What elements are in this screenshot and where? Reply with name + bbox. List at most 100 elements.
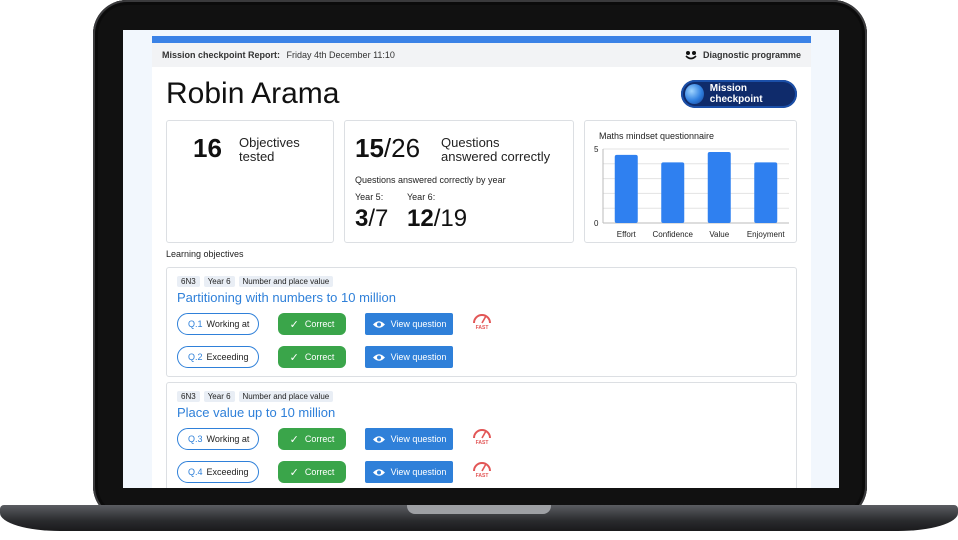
- questions-label-line1: Questions: [441, 135, 500, 150]
- view-question-label: View question: [390, 352, 447, 362]
- question-level-pill[interactable]: Q.4 Exceeding: [177, 461, 259, 483]
- fast-label: FAST: [475, 473, 489, 479]
- chart-bar: [614, 154, 638, 223]
- check-icon: ✓: [289, 466, 299, 479]
- fast-label: FAST: [475, 440, 489, 446]
- questions-correct-card: 15/26 Questions answered correctly Quest…: [344, 120, 574, 243]
- chart-bar: [707, 151, 731, 223]
- mindset-chart-card: Maths mindset questionnaire 5 0 Effort Conf…: [584, 120, 797, 243]
- report-header: Mission checkpoint Report: Friday 4th De…: [152, 43, 811, 67]
- question-level: Exceeding: [206, 352, 249, 362]
- view-question-label: View question: [390, 319, 447, 329]
- correct-result-badge: ✓ Correct: [278, 428, 346, 450]
- laptop-notch: [407, 505, 551, 514]
- questions-score: 15/26: [355, 133, 420, 164]
- speedometer-icon: [473, 429, 491, 439]
- eye-icon: [372, 353, 385, 361]
- objectives-label: Objectives tested: [239, 136, 300, 164]
- mission-checkpoint-badge[interactable]: Mission checkpoint: [681, 80, 797, 108]
- questions-label: Questions answered correctly: [441, 136, 550, 164]
- correct-result-badge: ✓ Correct: [278, 461, 346, 483]
- report-info: Mission checkpoint Report: Friday 4th De…: [162, 50, 395, 60]
- learning-objectives-title: Learning objectives: [166, 249, 244, 259]
- objectives-count: 16: [193, 133, 222, 163]
- chart-x-tick-label: Value: [709, 230, 729, 239]
- objectives-label-line2: tested: [239, 149, 275, 164]
- question-number: Q.2: [188, 352, 203, 362]
- eye-icon: [372, 468, 385, 476]
- objective-title[interactable]: Place value up to 10 million: [177, 405, 335, 420]
- question-number: Q.3: [188, 434, 203, 444]
- year5-correct: 3: [355, 205, 369, 232]
- view-question-button[interactable]: View question: [365, 428, 453, 450]
- question-level: Exceeding: [206, 467, 249, 477]
- objectives-tested-card: 16 Objectives tested: [166, 120, 334, 243]
- year6-correct: 12: [407, 205, 434, 232]
- by-year-label: Questions answered correctly by year: [355, 175, 506, 185]
- view-question-button[interactable]: View question: [365, 313, 453, 335]
- objective-tag: 6N3: [177, 276, 200, 287]
- view-question-button[interactable]: View question: [365, 461, 453, 483]
- objective-tag: Year 6: [203, 391, 235, 402]
- speedometer-icon: [473, 314, 491, 324]
- chart-x-tick-label: Enjoyment: [747, 230, 786, 239]
- mission-checkpoint-label: Mission checkpoint: [709, 83, 763, 105]
- question-level-pill[interactable]: Q.3 Working at: [177, 428, 259, 450]
- questions-correct: 15: [355, 133, 384, 163]
- chart-x-tick-label: Confidence: [653, 230, 694, 239]
- report-date: Friday 4th December 11:10: [286, 50, 395, 60]
- objective-tag: 6N3: [177, 391, 200, 402]
- check-icon: ✓: [289, 351, 299, 364]
- question-number: Q.1: [188, 319, 203, 329]
- fast-label: FAST: [475, 325, 489, 331]
- eye-icon: [372, 320, 385, 328]
- question-level-pill[interactable]: Q.2 Exceeding: [177, 346, 259, 368]
- fast-speedometer-badge: FAST: [469, 459, 495, 483]
- fast-speedometer-badge: FAST: [469, 426, 495, 450]
- year5-label: Year 5:: [355, 192, 384, 202]
- brand[interactable]: Diagnostic programme: [685, 50, 801, 60]
- eye-icon: [372, 435, 385, 443]
- student-name: Robin Arama: [166, 77, 340, 110]
- chart-y-tick-label: 0: [594, 219, 599, 228]
- laptop-screen: Mission checkpoint Report: Friday 4th De…: [123, 30, 839, 488]
- learning-objective-card: 6N3 Year 6 Number and place value Partition…: [166, 267, 797, 377]
- view-question-button[interactable]: View question: [365, 346, 453, 368]
- top-accent-bar: [152, 36, 811, 43]
- year6-total: /19: [433, 205, 468, 232]
- speedometer-icon: [473, 462, 491, 472]
- name-row: Robin Arama Mission checkpoint: [152, 67, 811, 113]
- objective-tag: Number and place value: [238, 276, 334, 287]
- objective-tags: 6N3 Year 6 Number and place value: [177, 276, 334, 287]
- mindset-bar-chart: 5 0 Effort Confidence Value Enjoyment: [594, 145, 789, 239]
- questions-total: /26: [383, 133, 421, 163]
- question-level-pill[interactable]: Q.1 Working at: [177, 313, 259, 335]
- brand-logo-icon: [685, 51, 697, 60]
- objective-tag: Year 6: [203, 276, 235, 287]
- objective-tags: 6N3 Year 6 Number and place value: [177, 391, 334, 402]
- chart-x-tick-label: Effort: [617, 230, 637, 239]
- check-icon: ✓: [289, 433, 299, 446]
- globe-icon: [685, 84, 704, 104]
- report-label: Mission checkpoint Report:: [162, 50, 281, 60]
- objective-tag: Number and place value: [238, 391, 334, 402]
- correct-result-badge: ✓ Correct: [278, 346, 346, 368]
- objective-title[interactable]: Partitioning with numbers to 10 million: [177, 290, 396, 305]
- view-question-label: View question: [390, 467, 447, 477]
- question-level: Working at: [206, 434, 250, 444]
- question-level: Working at: [206, 319, 250, 329]
- result-label: Correct: [304, 434, 335, 444]
- correct-result-badge: ✓ Correct: [278, 313, 346, 335]
- chart-bar: [661, 162, 685, 223]
- result-label: Correct: [304, 319, 335, 329]
- view-question-label: View question: [390, 434, 447, 444]
- result-label: Correct: [304, 467, 335, 477]
- year5-total: /7: [368, 205, 389, 232]
- year5-score: 3/7: [355, 205, 388, 233]
- chart-y-tick-label: 5: [594, 145, 599, 154]
- result-label: Correct: [304, 352, 335, 362]
- questions-label-line2: answered correctly: [441, 149, 551, 164]
- chart-bar: [754, 162, 778, 223]
- year6-label: Year 6:: [407, 192, 436, 202]
- fast-speedometer-badge: FAST: [469, 311, 495, 335]
